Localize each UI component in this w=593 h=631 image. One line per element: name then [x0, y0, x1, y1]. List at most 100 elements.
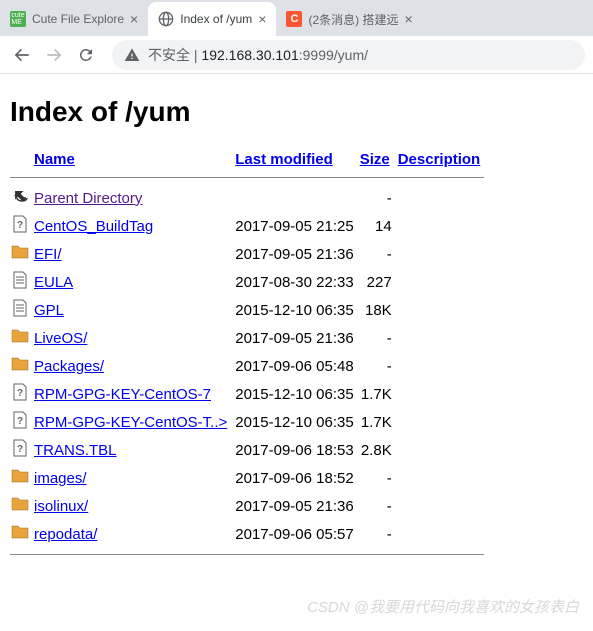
insecure-icon — [124, 47, 140, 63]
table-row: EULA 2017-08-30 22:33227 — [10, 268, 488, 296]
sort-description[interactable]: Description — [398, 151, 481, 168]
modified-cell: 2015-12-10 06:35 — [235, 408, 359, 436]
table-row: EFI/2017-09-05 21:36- — [10, 240, 488, 268]
file-link[interactable]: EULA — [34, 274, 73, 291]
modified-cell: 2017-09-05 21:36 — [235, 492, 359, 520]
tab-title: Cute File Explore — [32, 12, 124, 26]
tab-title: (2条消息) 搭建远 — [308, 11, 398, 28]
table-row: Parent Directory - — [10, 184, 488, 212]
file-link[interactable]: images/ — [34, 470, 87, 487]
description-cell — [398, 240, 489, 268]
description-cell — [398, 464, 489, 492]
sort-modified[interactable]: Last modified — [235, 151, 333, 168]
file-link[interactable]: TRANS.TBL — [34, 442, 117, 459]
close-icon[interactable]: × — [404, 11, 412, 27]
modified-cell: 2017-09-06 05:48 — [235, 352, 359, 380]
size-cell: 1.7K — [360, 380, 398, 408]
header-row: Name Last modified Size Description — [10, 148, 488, 171]
page-title: Index of /yum — [10, 96, 583, 128]
file-link[interactable]: repodata/ — [34, 526, 97, 543]
sort-name[interactable]: Name — [34, 151, 75, 168]
modified-cell: 2017-09-05 21:36 — [235, 240, 359, 268]
size-cell: 14 — [360, 212, 398, 240]
tab-cute-file-explorer[interactable]: cuteME Cute File Explore × — [0, 2, 148, 36]
modified-cell — [235, 184, 359, 212]
modified-cell: 2017-08-30 22:33 — [235, 268, 359, 296]
size-cell: 18K — [360, 296, 398, 324]
tab-csdn[interactable]: C (2条消息) 搭建远 × — [276, 2, 422, 36]
tab-title: Index of /yum — [180, 12, 252, 26]
unknown-icon — [10, 214, 30, 234]
file-link[interactable]: isolinux/ — [34, 498, 88, 515]
modified-cell: 2017-09-06 05:57 — [235, 520, 359, 548]
description-cell — [398, 380, 489, 408]
file-link[interactable]: Parent Directory — [34, 190, 142, 207]
toolbar: 不安全 | 192.168.30.101:9999/yum/ — [0, 36, 593, 74]
description-cell — [398, 436, 489, 464]
folder-icon — [10, 326, 30, 346]
size-cell: - — [360, 324, 398, 352]
folder-icon — [10, 522, 30, 542]
sort-size[interactable]: Size — [360, 151, 390, 168]
folder-icon — [10, 494, 30, 514]
divider — [10, 554, 484, 555]
table-row: LiveOS/2017-09-05 21:36- — [10, 324, 488, 352]
table-row: CentOS_BuildTag 2017-09-05 21:2514 — [10, 212, 488, 240]
folder-icon — [10, 466, 30, 486]
file-link[interactable]: RPM-GPG-KEY-CentOS-T..> — [34, 414, 227, 431]
description-cell — [398, 492, 489, 520]
reload-button[interactable] — [72, 41, 100, 69]
address-bar[interactable]: 不安全 | 192.168.30.101:9999/yum/ — [112, 40, 585, 70]
size-cell: - — [360, 184, 398, 212]
divider — [10, 177, 484, 178]
directory-listing: Name Last modified Size Description Pare… — [10, 148, 488, 561]
table-row: images/2017-09-06 18:52- — [10, 464, 488, 492]
page-content: Index of /yum Name Last modified Size De… — [0, 74, 593, 571]
size-cell: 2.8K — [360, 436, 398, 464]
description-cell — [398, 408, 489, 436]
file-link[interactable]: CentOS_BuildTag — [34, 218, 153, 235]
modified-cell: 2017-09-05 21:25 — [235, 212, 359, 240]
forward-button[interactable] — [40, 41, 68, 69]
size-cell: 227 — [360, 268, 398, 296]
tab-strip: cuteME Cute File Explore × Index of /yum… — [0, 0, 593, 36]
close-icon[interactable]: × — [130, 11, 138, 27]
table-row: RPM-GPG-KEY-CentOS-T..> 2015-12-10 06:351… — [10, 408, 488, 436]
close-icon[interactable]: × — [258, 11, 266, 27]
modified-cell: 2015-12-10 06:35 — [235, 380, 359, 408]
back-icon — [10, 186, 30, 206]
unknown-icon — [10, 438, 30, 458]
size-cell: - — [360, 520, 398, 548]
description-cell — [398, 212, 489, 240]
text-icon — [10, 270, 30, 290]
favicon-cute-icon: cuteME — [10, 11, 26, 27]
file-link[interactable]: RPM-GPG-KEY-CentOS-7 — [34, 386, 211, 403]
globe-icon — [158, 11, 174, 27]
size-cell: - — [360, 352, 398, 380]
url-display: 不安全 | 192.168.30.101:9999/yum/ — [148, 45, 368, 65]
file-link[interactable]: GPL — [34, 302, 64, 319]
watermark: CSDN @我要用代码向我喜欢的女孩表白 — [307, 596, 579, 617]
unknown-icon — [10, 410, 30, 430]
description-cell — [398, 352, 489, 380]
text-icon — [10, 298, 30, 318]
size-cell: - — [360, 240, 398, 268]
file-link[interactable]: LiveOS/ — [34, 330, 87, 347]
table-row: isolinux/2017-09-05 21:36- — [10, 492, 488, 520]
size-cell: 1.7K — [360, 408, 398, 436]
table-row: RPM-GPG-KEY-CentOS-7 2015-12-10 06:351.7K — [10, 380, 488, 408]
description-cell — [398, 296, 489, 324]
modified-cell: 2017-09-05 21:36 — [235, 324, 359, 352]
modified-cell: 2017-09-06 18:52 — [235, 464, 359, 492]
file-link[interactable]: EFI/ — [34, 246, 62, 263]
description-cell — [398, 184, 489, 212]
size-cell: - — [360, 492, 398, 520]
unknown-icon — [10, 382, 30, 402]
modified-cell: 2015-12-10 06:35 — [235, 296, 359, 324]
tab-index-of-yum[interactable]: Index of /yum × — [148, 2, 276, 36]
table-row: GPL 2015-12-10 06:3518K — [10, 296, 488, 324]
favicon-csdn-icon: C — [286, 11, 302, 27]
folder-icon — [10, 242, 30, 262]
file-link[interactable]: Packages/ — [34, 358, 104, 375]
back-button[interactable] — [8, 41, 36, 69]
